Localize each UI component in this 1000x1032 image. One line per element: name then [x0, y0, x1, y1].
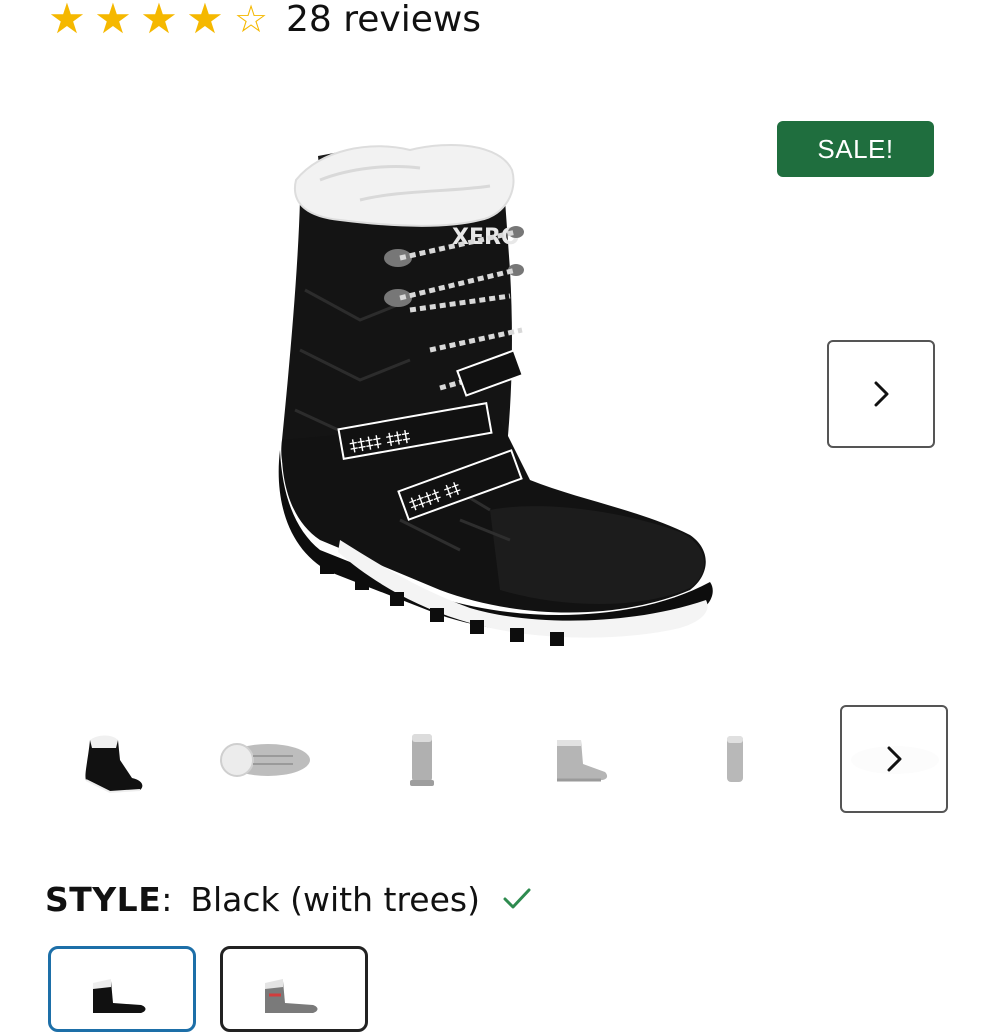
thumbnail-4[interactable] [525, 715, 635, 805]
next-thumbnails-button[interactable] [840, 705, 948, 813]
chevron-right-icon [887, 746, 902, 772]
thumbnail-5[interactable] [680, 715, 790, 805]
style-colon: : [161, 879, 173, 919]
star-filled-icon: ★ [94, 0, 132, 43]
sale-badge: SALE! [777, 121, 934, 177]
style-selector-row: STYLE : Black (with trees) [45, 872, 532, 926]
star-empty-icon: ☆ [233, 0, 269, 41]
style-swatch-black-trees[interactable] [48, 946, 196, 1032]
product-main-image[interactable]: XERO ‡‡‡‡ ‡‡‡ ‡‡‡‡ ‡‡ [260, 120, 730, 660]
rating-row[interactable]: ★ ★ ★ ★ ☆ 28 reviews [44, 0, 481, 44]
next-image-button[interactable] [827, 340, 935, 448]
checkmark-icon [502, 886, 532, 912]
style-label: STYLE [45, 879, 162, 919]
star-filled-icon: ★ [140, 0, 178, 43]
thumbnail-2[interactable] [208, 715, 318, 805]
thumbnail-1[interactable] [55, 715, 165, 805]
style-swatch-alternate[interactable] [220, 946, 368, 1032]
chevron-right-icon [874, 381, 889, 407]
star-filled-icon: ★ [48, 0, 86, 43]
style-value: Black (with trees) [190, 879, 480, 919]
reviews-link[interactable]: 28 reviews [286, 0, 481, 40]
star-filled-icon: ★ [186, 0, 224, 43]
thumbnail-3[interactable] [367, 715, 477, 805]
